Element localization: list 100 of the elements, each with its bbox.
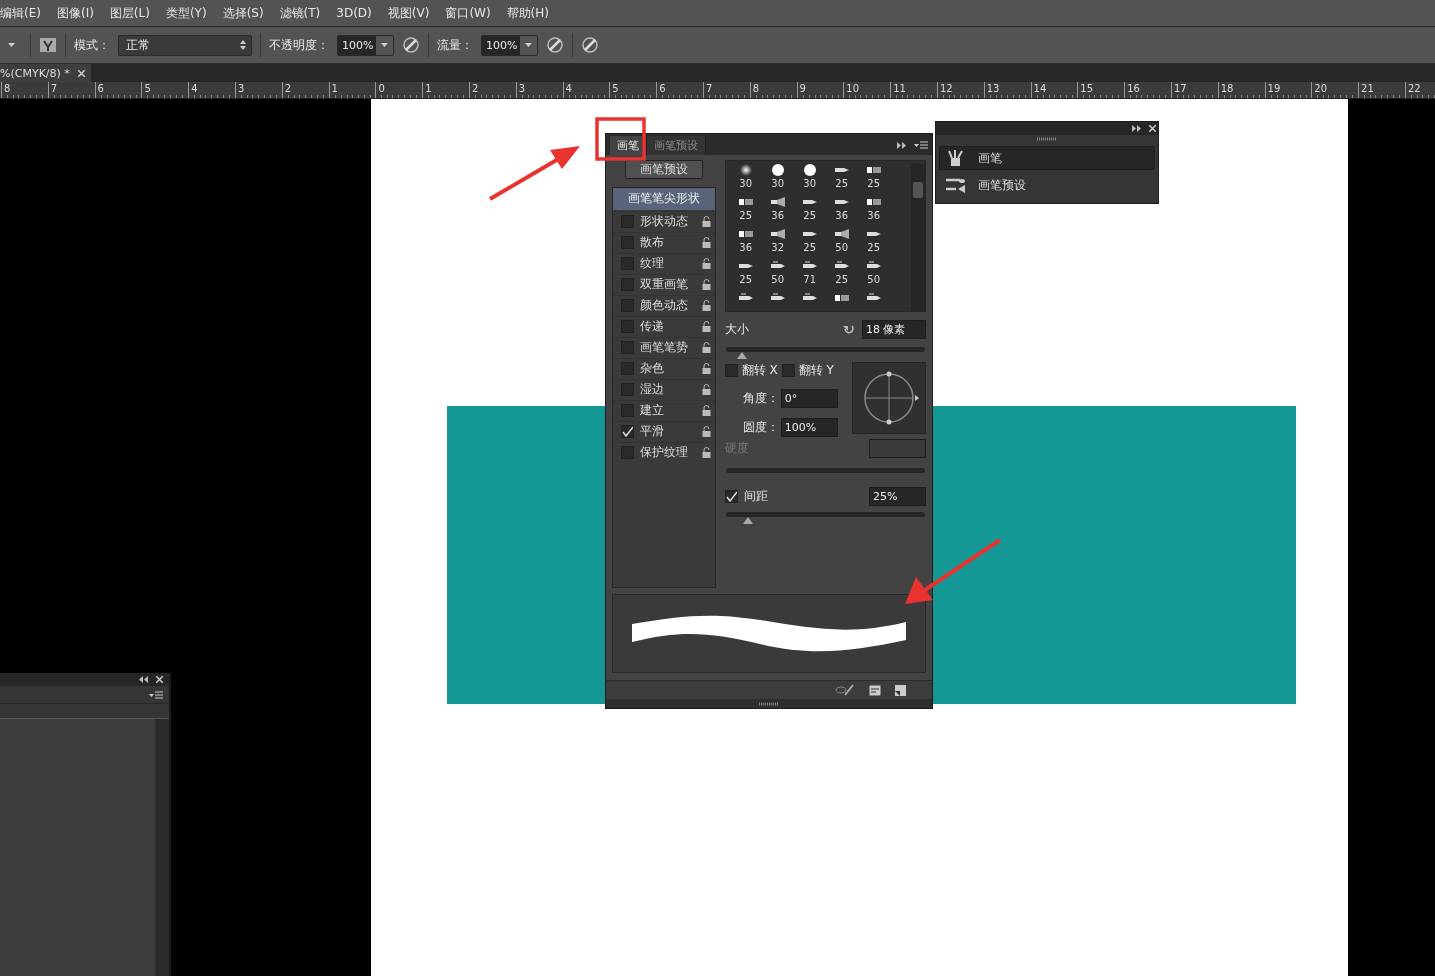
tip-size: 25	[835, 273, 848, 285]
checkbox[interactable]	[724, 489, 738, 503]
panel-menu-icon[interactable]	[914, 141, 928, 150]
menu-item[interactable]: 图像(I)	[56, 4, 94, 22]
checkbox[interactable]	[621, 341, 634, 355]
menu-item[interactable]: 类型(Y)	[165, 4, 207, 22]
opacity-field[interactable]: 100%	[337, 34, 394, 56]
list-item[interactable]: 画笔笔势	[640, 339, 696, 357]
hardness-field[interactable]	[869, 438, 926, 458]
close-icon[interactable]	[77, 69, 85, 77]
panel-tab[interactable]: 画笔预设	[647, 135, 706, 155]
checkbox[interactable]	[724, 363, 738, 377]
tip-size: 25	[835, 177, 848, 189]
tip-size: 36	[739, 241, 752, 253]
flow-field[interactable]: 100%	[481, 34, 538, 56]
menu-item[interactable]: 视图(V)	[387, 4, 430, 22]
close-icon[interactable]	[1149, 125, 1156, 132]
panel-button[interactable]: 画笔预设	[939, 173, 1155, 197]
panel-button[interactable]: 画笔	[939, 146, 1155, 170]
lock-icon	[701, 405, 711, 417]
checkbox[interactable]	[781, 363, 795, 377]
list-item[interactable]: 画笔笔尖形状	[613, 187, 715, 210]
checkbox[interactable]	[621, 299, 634, 313]
brush-angle-widget[interactable]	[852, 361, 926, 434]
checkbox[interactable]	[621, 446, 634, 460]
spacing-field[interactable]: 25%	[869, 486, 926, 506]
menu-item[interactable]: 窗口(W)	[445, 4, 491, 22]
list-item[interactable]: 保护纹理	[640, 444, 696, 462]
spacing-label: 间距	[743, 487, 768, 505]
checkbox[interactable]	[621, 404, 634, 418]
lock-icon	[701, 384, 711, 396]
list-item[interactable]: 散布	[640, 234, 696, 252]
checkbox[interactable]	[621, 362, 634, 376]
list-item[interactable]: 建立	[640, 402, 696, 420]
tip-size: 25	[803, 209, 816, 221]
brush-presets-button[interactable]: 画笔预设	[624, 159, 703, 179]
size-field[interactable]: 18 像素	[862, 319, 926, 339]
roundness-field[interactable]: 100%	[780, 417, 838, 437]
grid-icon[interactable]	[869, 685, 881, 696]
checkbox[interactable]	[621, 320, 634, 334]
brush-toggle-icon[interactable]	[835, 684, 855, 697]
spacing-slider[interactable]	[725, 511, 925, 525]
expand-icon[interactable]	[897, 141, 906, 149]
tip-size: 36	[867, 209, 880, 221]
brush-tip-icon[interactable]	[832, 227, 851, 240]
list-item[interactable]: 颜色动态	[640, 297, 696, 315]
panel-menu-icon[interactable]	[149, 690, 163, 699]
lock-icon	[701, 300, 711, 312]
brush-tip-icon[interactable]	[768, 195, 787, 208]
tip-size: 50	[835, 241, 848, 253]
menu-item[interactable]: 编辑(E)	[0, 4, 41, 22]
reset-icon[interactable]	[842, 323, 856, 336]
lock-icon	[701, 447, 711, 459]
opacity-label: 不透明度：	[269, 36, 329, 54]
lock-icon	[701, 279, 711, 291]
checkbox[interactable]	[621, 425, 634, 439]
size-label: 大小	[724, 320, 749, 338]
lock-icon	[701, 426, 711, 438]
document-tab[interactable]: %(CMYK/8) *	[0, 64, 91, 82]
menu-item[interactable]: 图层(L)	[109, 4, 150, 22]
menu-item[interactable]: 帮助(H)	[506, 4, 549, 22]
roundness-label: 圆度：	[742, 418, 779, 436]
checkbox[interactable]	[621, 215, 634, 229]
checkbox[interactable]	[621, 257, 634, 271]
tip-size: 30	[739, 177, 752, 189]
brush-tip-icon[interactable]	[768, 227, 787, 240]
close-icon[interactable]	[156, 676, 163, 683]
new-brush-icon[interactable]	[895, 685, 906, 696]
list-item[interactable]: 形状动态	[640, 213, 696, 231]
lock-icon	[701, 342, 711, 354]
checkbox[interactable]	[621, 278, 634, 292]
panel-grip[interactable]	[759, 701, 779, 706]
lock-icon	[701, 258, 711, 270]
panel-grip[interactable]	[1037, 137, 1057, 141]
angle-field[interactable]: 0°	[780, 388, 838, 408]
list-item[interactable]: 纹理	[640, 255, 696, 273]
checkbox[interactable]	[621, 236, 634, 250]
caret-icon	[381, 43, 388, 47]
tool-preset-icon[interactable]	[39, 37, 57, 53]
menu-item[interactable]: 选择(S)	[222, 4, 264, 22]
caret-icon	[525, 43, 532, 47]
menu-item[interactable]: 3D(D)	[336, 6, 372, 20]
tip-size: 30	[771, 177, 784, 189]
expand-icon[interactable]	[1132, 125, 1141, 132]
menu-item[interactable]: 滤镜(T)	[279, 4, 321, 22]
list-item[interactable]: 传递	[640, 318, 696, 336]
tip-size: 50	[771, 273, 784, 285]
mode-select[interactable]: 正常	[118, 34, 252, 56]
list-item[interactable]: 平滑	[640, 423, 696, 441]
checkbox[interactable]	[621, 383, 634, 397]
tip-size: 25	[803, 241, 816, 253]
mode-label: 模式：	[74, 36, 110, 54]
collapse-icon[interactable]	[139, 676, 148, 683]
list-item[interactable]: 杂色	[640, 360, 696, 378]
tip-size: 32	[771, 241, 784, 253]
caret-icon	[7, 43, 15, 47]
tip-size: 30	[803, 177, 816, 189]
lock-icon	[701, 363, 711, 375]
list-item[interactable]: 双重画笔	[640, 276, 696, 294]
list-item[interactable]: 湿边	[640, 381, 696, 399]
